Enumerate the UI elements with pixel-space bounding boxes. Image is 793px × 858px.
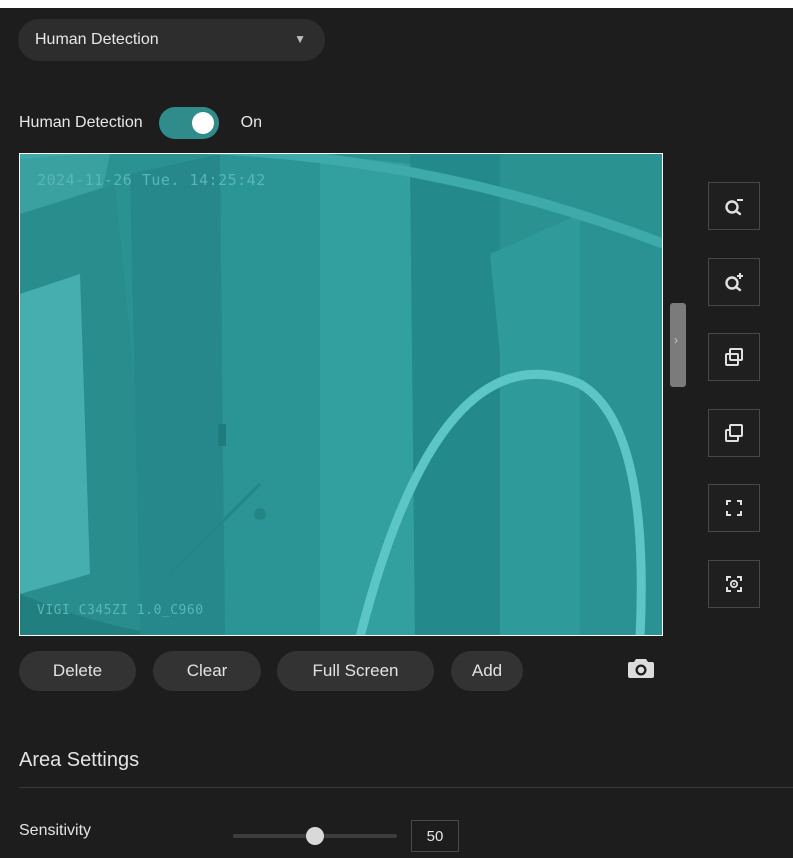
slider-thumb[interactable] (306, 827, 324, 845)
detection-toggle-label: Human Detection (19, 114, 143, 131)
slider-fill (233, 834, 315, 838)
section-divider (19, 787, 793, 788)
side-panel-toggle-handle[interactable]: › (670, 303, 686, 387)
dropdown-selected-value: Human Detection (35, 31, 159, 48)
send-backward-button[interactable] (708, 409, 760, 457)
chevron-right-icon: › (674, 333, 678, 347)
zoom-in-icon (725, 273, 743, 292)
top-edge (0, 0, 793, 8)
layer-down-icon (725, 424, 743, 442)
video-camera-model: VIGI C345ZI 1.0_C960 (37, 603, 204, 618)
expand-button[interactable] (708, 484, 760, 532)
layer-up-icon (725, 348, 743, 366)
delete-button[interactable]: Delete (19, 651, 136, 691)
video-timestamp: 2024-11-26 Tue. 14:25:42 (37, 171, 266, 189)
sensitivity-label: Sensitivity (19, 822, 92, 839)
camera-scene (20, 154, 662, 635)
detection-toggle-switch[interactable] (158, 107, 219, 139)
camera-icon (628, 659, 654, 678)
sensitivity-value-input[interactable] (411, 820, 459, 852)
focus-icon (726, 576, 742, 592)
bring-forward-button[interactable] (708, 333, 760, 381)
zoom-out-button[interactable] (708, 182, 760, 230)
full-screen-button[interactable]: Full Screen (277, 651, 434, 691)
zoom-in-button[interactable] (708, 258, 760, 306)
add-button[interactable]: Add (451, 651, 523, 691)
detection-toggle-state: On (240, 114, 262, 131)
zoom-out-icon (725, 199, 743, 216)
clear-button[interactable]: Clear (153, 651, 261, 691)
detection-toggle-row: Human Detection On (19, 106, 262, 140)
snapshot-button[interactable] (627, 656, 655, 685)
fullscreen-icon (726, 500, 742, 516)
area-settings-heading: Area Settings (19, 749, 140, 771)
sensitivity-slider[interactable] (233, 826, 397, 846)
chevron-down-icon: ▼ (294, 32, 306, 46)
video-preview[interactable]: 2024-11-26 Tue. 14:25:42 VIGI C345ZI 1.0… (19, 153, 663, 636)
detection-type-dropdown[interactable]: Human Detection ▼ (18, 19, 325, 61)
toggle-knob (191, 112, 214, 134)
focus-button[interactable] (708, 560, 760, 608)
